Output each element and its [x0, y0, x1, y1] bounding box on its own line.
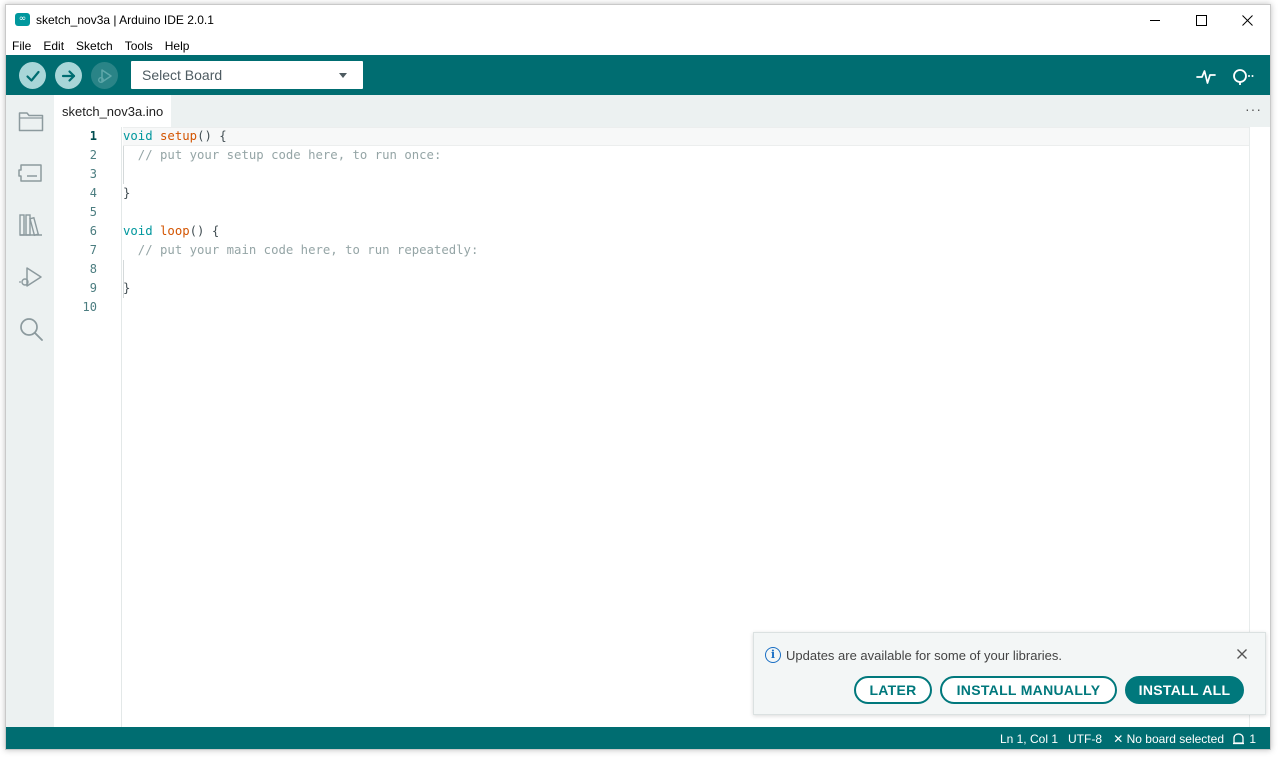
code-line: void setup() { [123, 127, 227, 146]
minimize-button[interactable] [1132, 5, 1178, 35]
code-token: () { [189, 224, 220, 238]
notifications-button[interactable]: 1 [1232, 732, 1256, 746]
cursor-position[interactable]: Ln 1, Col 1 [1000, 732, 1058, 746]
line-number: 8 [89, 262, 97, 276]
notification-count: 1 [1249, 732, 1256, 746]
line-number: 5 [89, 205, 97, 219]
menu-tools[interactable]: Tools [119, 36, 159, 56]
serial-monitor-button[interactable] [1230, 64, 1254, 88]
notification-close-button[interactable] [1235, 647, 1249, 661]
notification-message: Updates are available for some of your l… [786, 648, 1063, 663]
current-line-highlight [123, 127, 1261, 146]
line-number: 3 [89, 167, 97, 181]
minimize-icon [1149, 19, 1160, 21]
line-number: 9 [89, 281, 97, 295]
library-icon [19, 214, 42, 237]
debug-button[interactable] [91, 62, 118, 89]
boards-manager-button[interactable] [18, 160, 44, 186]
install-manually-button[interactable]: INSTALL MANUALLY [940, 676, 1117, 704]
upload-button[interactable] [55, 62, 82, 89]
close-icon [1241, 14, 1253, 26]
toolbar: Select Board [6, 55, 1270, 95]
close-button[interactable] [1224, 5, 1270, 35]
menu-help[interactable]: Help [159, 36, 196, 56]
later-button[interactable]: LATER [854, 676, 932, 704]
arduino-logo-icon: ∞ [15, 13, 30, 26]
library-manager-button[interactable] [18, 212, 44, 238]
line-number: 7 [89, 243, 97, 257]
menu-file[interactable]: File [6, 36, 37, 56]
more-actions-button[interactable]: ··· [1245, 101, 1262, 117]
line-number: 1 [89, 129, 97, 143]
line-number: 6 [89, 224, 97, 238]
function-token: loop [160, 224, 190, 238]
chevron-down-icon [339, 73, 347, 78]
window-title: sketch_nov3a | Arduino IDE 2.0.1 [36, 13, 214, 27]
menu-edit[interactable]: Edit [37, 36, 70, 56]
line-number: 10 [82, 300, 97, 314]
activity-sidebar [6, 95, 54, 727]
code-token: () { [197, 129, 227, 143]
code-line: void loop() { [123, 222, 219, 241]
title-bar: ∞ sketch_nov3a | Arduino IDE 2.0.1 [6, 5, 1270, 35]
debug-view-button[interactable] [18, 264, 44, 290]
function-token: setup [160, 129, 198, 143]
search-button[interactable] [18, 316, 44, 342]
checkmark-icon [25, 70, 40, 82]
editor-tab-bar: sketch_nov3a.ino ··· [54, 95, 1270, 127]
menu-sketch[interactable]: Sketch [70, 36, 119, 56]
arrow-right-icon [61, 69, 75, 82]
library-update-notification: i Updates are available for some of your… [753, 632, 1266, 715]
menu-bar: File Edit Sketch Tools Help [6, 36, 195, 56]
line-number: 2 [89, 148, 97, 162]
keyword-token: void [123, 129, 153, 143]
board-icon [18, 164, 42, 182]
line-number-gutter: 1 2 3 4 5 6 7 8 9 10 [54, 127, 122, 727]
verify-button[interactable] [19, 62, 46, 89]
board-status[interactable]: ✕ No board selected [1113, 732, 1224, 746]
bell-icon [1233, 732, 1245, 744]
line-number: 4 [89, 186, 97, 200]
search-icon [20, 318, 43, 341]
serial-monitor-icon [1233, 69, 1254, 85]
debug-icon [19, 267, 42, 287]
info-icon: i [765, 647, 781, 663]
arduino-ide-window: ∞ sketch_nov3a | Arduino IDE 2.0.1 File … [5, 4, 1271, 750]
close-icon [1237, 649, 1247, 659]
sketchbook-button[interactable] [18, 108, 44, 134]
serial-plotter-button[interactable] [1194, 64, 1218, 88]
status-bar: Ln 1, Col 1 UTF-8 ✕ No board selected 1 [6, 727, 1270, 749]
folder-icon [18, 112, 44, 132]
code-comment-line: // put your main code here, to run repea… [123, 243, 479, 257]
code-line: } [123, 186, 131, 200]
board-selector-label: Select Board [142, 67, 223, 83]
keyword-token: void [123, 224, 153, 238]
install-all-button[interactable]: INSTALL ALL [1125, 676, 1244, 704]
file-encoding[interactable]: UTF-8 [1068, 732, 1102, 746]
tab-sketch-nov3a[interactable]: sketch_nov3a.ino [54, 95, 172, 127]
code-comment-line: // put your setup code here, to run once… [123, 148, 442, 162]
code-line: } [123, 281, 131, 295]
board-selector[interactable]: Select Board [131, 61, 363, 89]
debug-icon [97, 68, 112, 83]
maximize-icon [1195, 14, 1207, 26]
maximize-button[interactable] [1178, 5, 1224, 35]
plotter-icon [1196, 70, 1216, 84]
